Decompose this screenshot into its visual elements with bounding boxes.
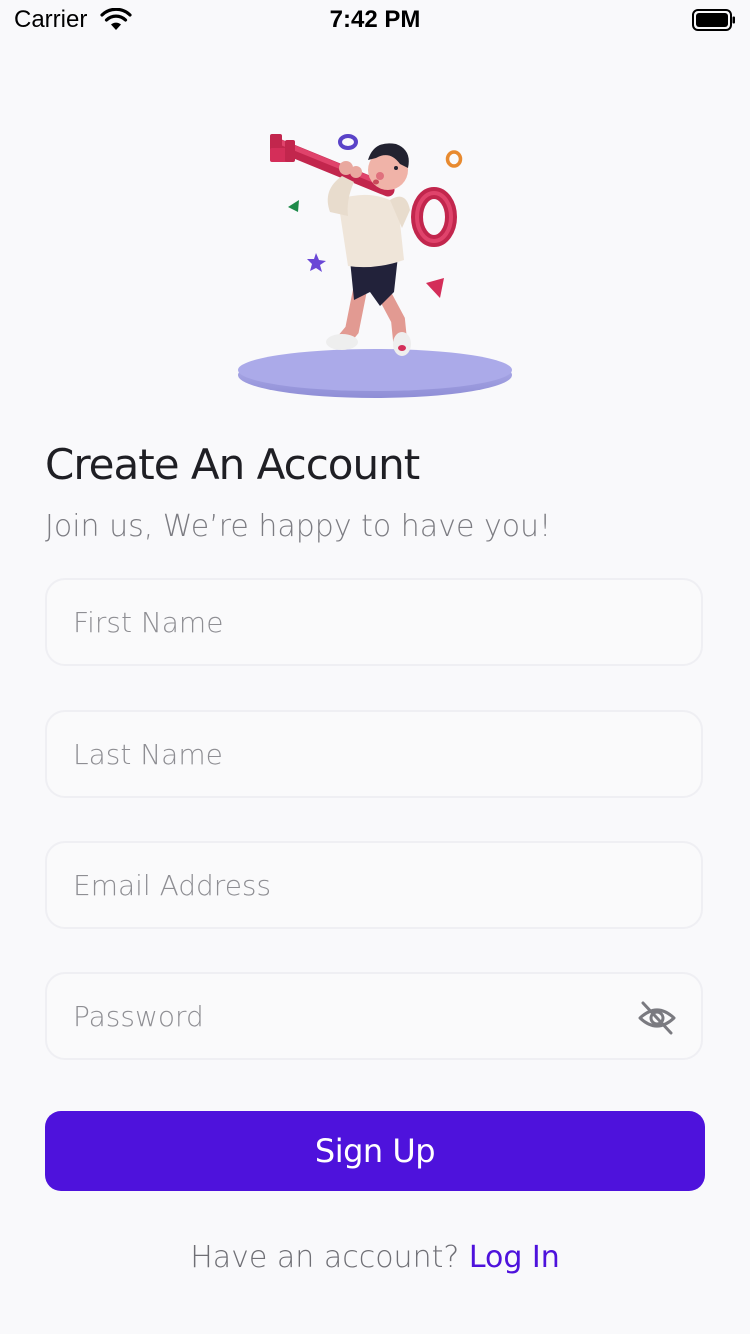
password-input[interactable]	[73, 974, 633, 1058]
have-account-text: Have an account?	[190, 1240, 460, 1275]
signup-screen: Carrier 7:42 PM Create An Account Join u…	[0, 0, 750, 1334]
battery-icon	[692, 9, 735, 31]
first-name-field[interactable]	[45, 578, 703, 666]
login-prompt: Have an account? Log In	[0, 1240, 750, 1275]
first-name-input[interactable]	[73, 580, 633, 664]
status-bar: Carrier 7:42 PM	[0, 0, 750, 40]
status-time: 7:42 PM	[329, 6, 421, 33]
email-field[interactable]	[45, 841, 703, 929]
sign-up-button[interactable]: Sign Up	[45, 1111, 705, 1191]
last-name-field[interactable]	[45, 710, 703, 798]
eye-slash-icon[interactable]	[637, 998, 677, 1038]
password-field[interactable]	[45, 972, 703, 1060]
email-input[interactable]	[73, 843, 633, 927]
person-carrying-key-illustration	[238, 134, 512, 398]
log-in-link[interactable]: Log In	[469, 1240, 560, 1275]
page-title: Create An Account	[45, 440, 420, 489]
page-subtitle: Join us, We’re happy to have you!	[45, 509, 552, 544]
last-name-input[interactable]	[73, 712, 633, 796]
